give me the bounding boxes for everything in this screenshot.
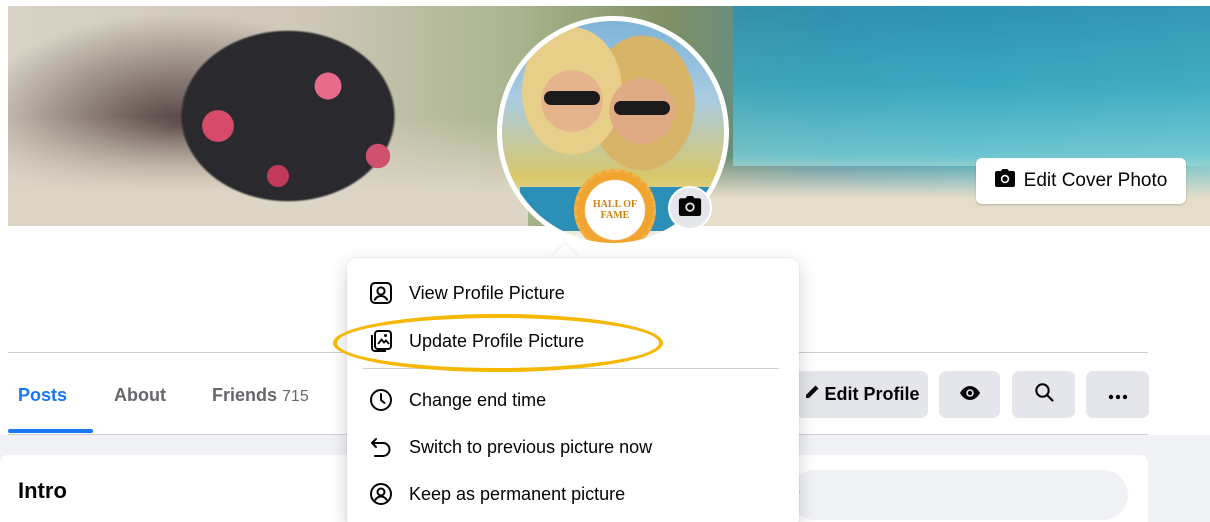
edit-profile-label: Edit Profile <box>824 384 920 404</box>
menu-item-label: Change end time <box>409 389 547 410</box>
search-profile-button[interactable] <box>1012 371 1075 418</box>
undo-arrow-icon <box>367 433 395 461</box>
edit-cover-photo-button[interactable]: Edit Cover Photo <box>976 158 1186 204</box>
hall-of-fame-seal: HALL OF FAME <box>574 169 656 243</box>
friends-count: 715 <box>282 388 309 405</box>
search-icon <box>1034 382 1054 407</box>
menu-separator <box>363 368 779 369</box>
tab-posts[interactable]: Posts <box>18 385 67 406</box>
menu-item-change-end-time[interactable]: Change end time <box>347 377 799 423</box>
menu-item-switch-to-previous-picture[interactable]: Switch to previous picture now <box>347 424 799 470</box>
eye-icon <box>959 384 980 405</box>
post-composer-input[interactable]: ? <box>790 470 1128 520</box>
photo-update-icon <box>367 327 395 355</box>
menu-item-keep-as-permanent-picture[interactable]: Keep as permanent picture <box>347 471 799 517</box>
tab-about[interactable]: About <box>114 385 166 406</box>
account-circle-icon <box>367 480 395 508</box>
more-options-button[interactable] <box>1086 371 1149 418</box>
menu-item-update-profile-picture[interactable]: Update Profile Picture <box>347 318 799 364</box>
menu-item-view-profile-picture[interactable]: View Profile Picture <box>347 270 799 316</box>
menu-item-label: Update Profile Picture <box>409 330 585 351</box>
menu-item-label: Keep as permanent picture <box>409 483 626 504</box>
view-as-button[interactable] <box>939 371 1000 418</box>
tab-friends-label: Friends <box>212 385 278 405</box>
sunglasses-left <box>544 91 600 105</box>
clock-icon <box>367 386 395 414</box>
seal-text-line2: FAME <box>600 210 630 221</box>
tab-about-label: About <box>114 385 166 405</box>
camera-icon <box>678 195 702 221</box>
edit-cover-photo-label: Edit Cover Photo <box>1023 170 1168 191</box>
menu-item-label: View Profile Picture <box>409 282 565 303</box>
pencil-icon <box>804 384 820 405</box>
sunglasses-right <box>614 101 670 115</box>
tab-posts-label: Posts <box>18 385 68 405</box>
seal-text-line1: HALL OF <box>592 199 638 210</box>
more-dots-icon <box>1108 384 1128 405</box>
active-tab-indicator <box>8 429 93 433</box>
menu-item-label: Switch to previous picture now <box>409 436 653 457</box>
intro-title: Intro <box>18 478 67 503</box>
edit-profile-button[interactable]: Edit Profile <box>796 371 928 418</box>
cover-sea <box>733 6 1210 166</box>
camera-icon <box>994 169 1015 193</box>
cover-person <box>128 6 448 226</box>
tab-friends[interactable]: Friends 715 <box>212 385 309 406</box>
portrait-icon <box>367 279 395 307</box>
update-profile-picture-camera-button[interactable] <box>668 186 712 230</box>
